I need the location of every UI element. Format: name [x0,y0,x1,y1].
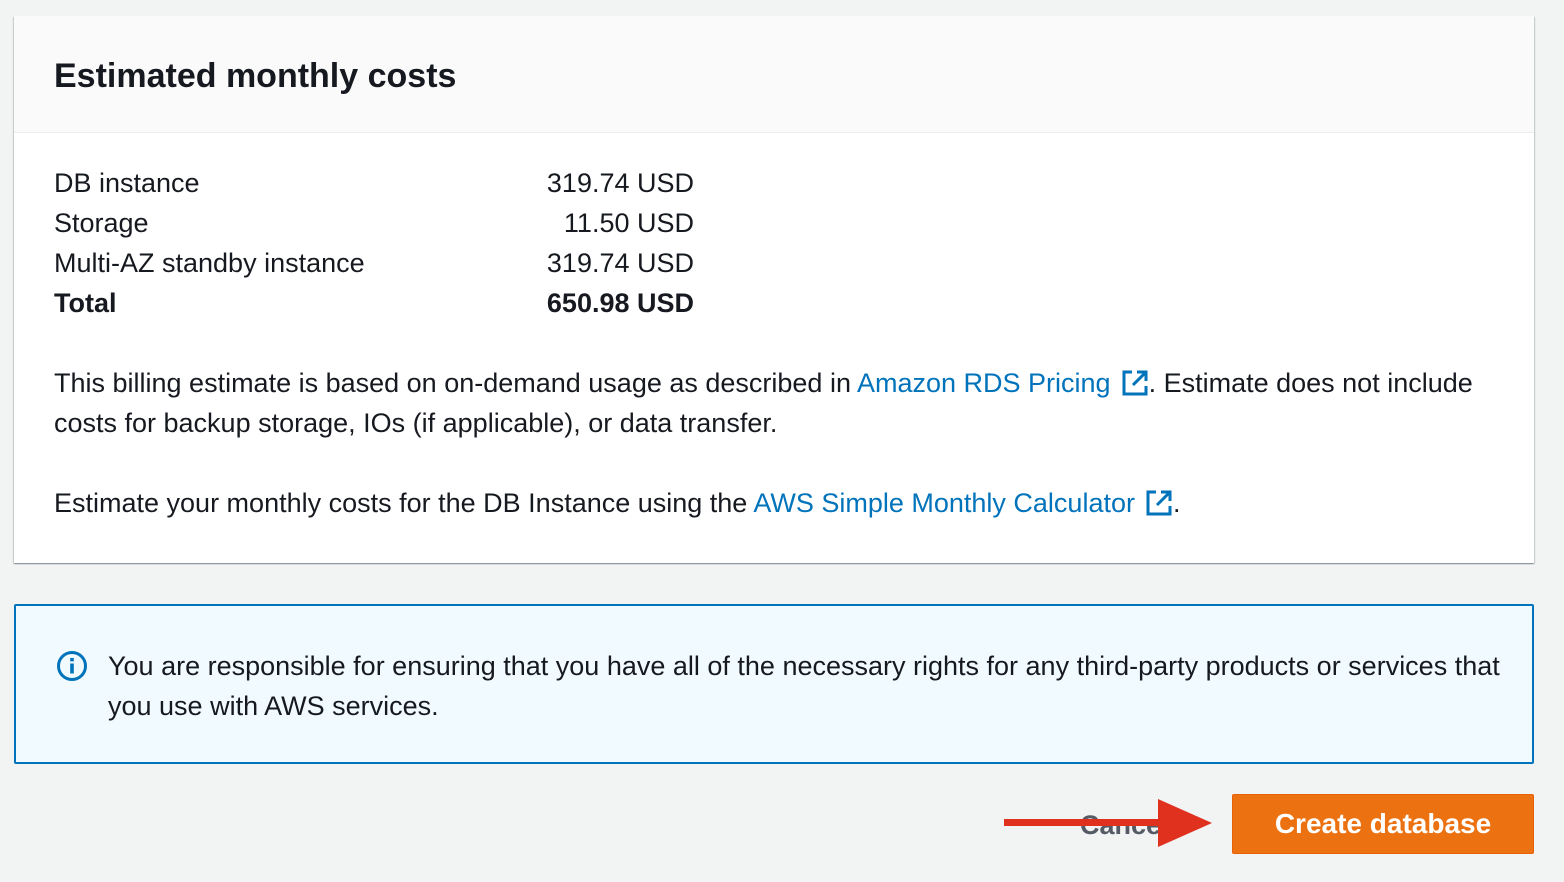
estimated-costs-panel: Estimated monthly costs DB instance 319.… [14,16,1534,563]
annotation-arrow-icon [1004,799,1212,847]
total-value: 650.98 USD [546,288,694,318]
total-label: Total [54,288,117,318]
link-text: Amazon RDS Pricing [856,368,1111,398]
calculator-note-text-end: . [1172,488,1181,518]
cost-label: DB instance [54,168,200,198]
link-text: AWS Simple Monthly Calculator [753,488,1135,518]
alert-text: You are responsible for ensuring that yo… [108,651,1500,721]
cost-label: Storage [54,208,149,238]
calculator-note-text: Estimate your monthly costs for the DB I… [54,488,754,518]
cost-row-db-instance: DB instance 319.74 USD [54,163,694,203]
external-link-icon [1146,490,1172,516]
cost-row-total: Total 650.98 USD [54,283,694,323]
cost-row-multi-az: Multi-AZ standby instance 319.74 USD [54,243,694,283]
billing-note-text: This billing estimate is based on on-dem… [54,368,857,398]
external-link-icon [1122,370,1148,396]
cost-label: Multi-AZ standby instance [54,248,365,278]
create-database-button[interactable]: Create database [1232,794,1534,854]
panel-title: Estimated monthly costs [54,57,457,95]
cost-value: 11.50 USD [563,208,694,238]
aws-simple-monthly-calculator-link[interactable]: AWS Simple Monthly Calculator [753,488,1173,518]
info-alert: You are responsible for ensuring that yo… [14,604,1534,764]
cost-value: 319.74 USD [546,168,694,198]
panel-body: DB instance 319.74 USD Storage 11.50 USD… [14,133,1534,523]
panel-header: Estimated monthly costs [14,16,1534,133]
cost-value: 319.74 USD [546,248,694,278]
billing-estimate-note: This billing estimate is based on on-dem… [54,363,1474,443]
cost-row-storage: Storage 11.50 USD [54,203,694,243]
calculator-note: Estimate your monthly costs for the DB I… [54,483,1474,523]
amazon-rds-pricing-link[interactable]: Amazon RDS Pricing [857,368,1149,398]
info-icon [57,651,87,681]
